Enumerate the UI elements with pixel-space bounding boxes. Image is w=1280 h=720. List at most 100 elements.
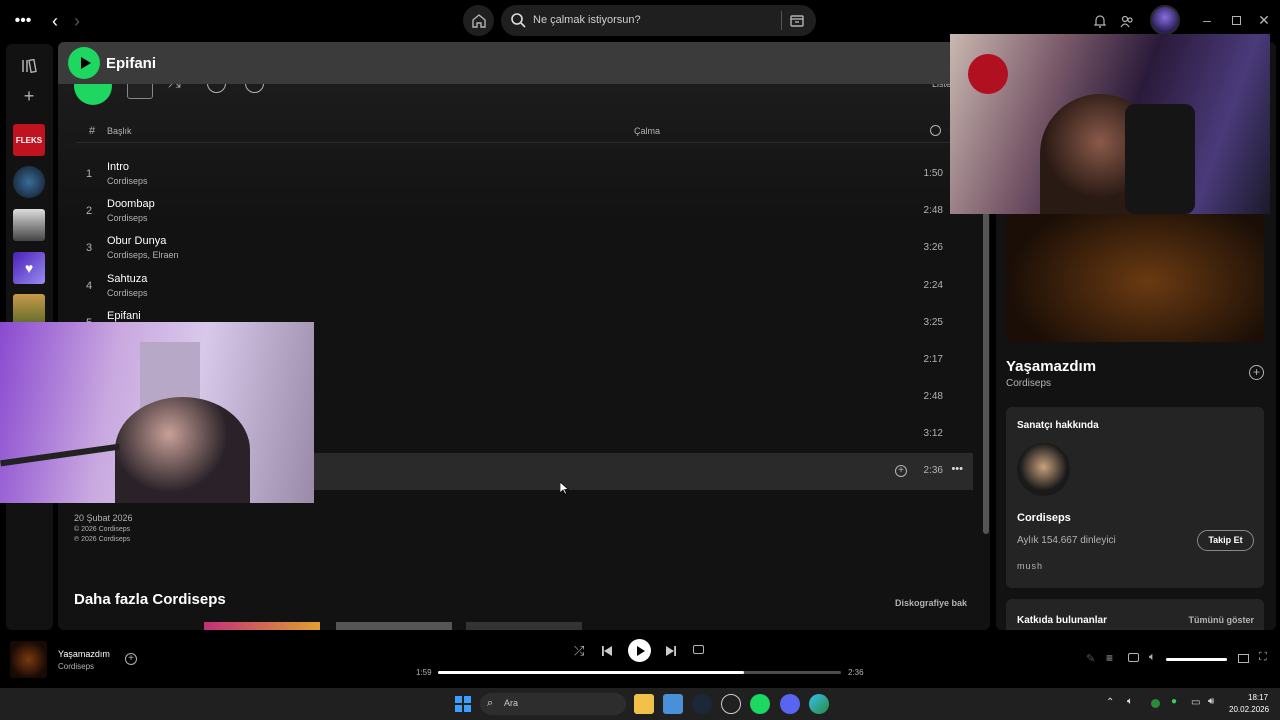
elapsed-time: 1:59 — [416, 668, 432, 677]
add-to-library-icon[interactable]: + — [1249, 365, 1264, 380]
create-playlist-icon[interactable]: + — [19, 86, 39, 106]
browser-icon[interactable] — [721, 694, 741, 714]
about-artist-title: Sanatçı hakkında — [1017, 420, 1099, 431]
scrollbar[interactable] — [983, 212, 989, 534]
library-item-artist[interactable] — [13, 166, 45, 198]
tray-chevron-icon[interactable]: ⌃ — [1106, 697, 1114, 708]
discord-icon[interactable] — [780, 694, 800, 714]
store-icon[interactable] — [663, 694, 683, 714]
volume-slider[interactable] — [1166, 658, 1227, 661]
progress-bar[interactable] — [438, 671, 841, 674]
repeat-button[interactable] — [693, 645, 704, 654]
column-title: Başlık — [107, 126, 132, 136]
header-play-button[interactable] — [68, 47, 100, 79]
credits-title: Katkıda bulunanlar — [1017, 615, 1108, 626]
total-time: 2:36 — [848, 668, 864, 677]
browse-icon[interactable] — [789, 13, 805, 34]
search-input[interactable]: Ne çalmak istiyorsun? — [501, 5, 816, 36]
next-button[interactable] — [665, 644, 677, 662]
library-item-album[interactable] — [13, 209, 45, 241]
progress-fill — [438, 671, 745, 674]
library-item-fleks[interactable]: FLEKS — [13, 124, 45, 156]
library-item-liked-songs[interactable]: ♥ — [13, 252, 45, 284]
home-icon[interactable] — [463, 5, 494, 36]
tray-speaker-icon[interactable]: 🔈︎ — [1127, 696, 1133, 707]
more-by-artist-title: Daha fazla Cordiseps — [74, 591, 226, 608]
forward-icon[interactable]: › — [68, 10, 86, 32]
track-add-icon[interactable]: + — [895, 465, 907, 477]
clock-time[interactable]: 18:17 — [1248, 693, 1268, 702]
follow-button[interactable]: Takip Et — [1197, 530, 1254, 551]
spotify-icon[interactable] — [750, 694, 770, 714]
steam-icon[interactable] — [692, 694, 712, 714]
taskbar-search[interactable]: ⌕ Ara — [480, 693, 626, 715]
player-add-icon[interactable]: + — [125, 653, 137, 665]
album-title: Epifani — [106, 55, 157, 72]
track-title: Doombap — [107, 198, 155, 210]
track-number: 2 — [86, 205, 93, 217]
album-card[interactable] — [336, 622, 452, 630]
tray-app-icon[interactable] — [1151, 699, 1160, 708]
tray-network-icon[interactable]: ▭ — [1191, 697, 1200, 708]
track-more-icon[interactable]: ••• — [951, 463, 963, 475]
fullscreen-icon[interactable]: ⛶ — [1259, 651, 1267, 664]
maximize-icon[interactable] — [1228, 12, 1244, 28]
minimize-icon[interactable]: – — [1199, 12, 1215, 28]
player-track-title[interactable]: Yaşamazdım — [58, 649, 110, 659]
library-icon[interactable] — [19, 56, 39, 76]
track-number: 4 — [86, 280, 93, 292]
track-artist: Cordiseps — [107, 176, 148, 186]
webcam-overlay-top — [950, 34, 1270, 214]
miniplayer-icon[interactable] — [1238, 654, 1249, 663]
copyright-c: © 2026 Cordiseps — [74, 526, 131, 533]
about-artist-card[interactable]: Sanatçı hakkında Cordiseps Aylık 154.667… — [1006, 407, 1264, 588]
track-duration: 2:24 — [923, 280, 943, 291]
file-explorer-icon[interactable] — [634, 694, 654, 714]
volume-fill — [1166, 658, 1227, 661]
track-title: Obur Dunya — [107, 235, 167, 247]
album-card[interactable] — [204, 622, 320, 630]
webcam-overlay-bottom — [0, 322, 314, 503]
track-title: Intro — [107, 161, 130, 173]
show-all-link[interactable]: Tümünü göster — [1189, 615, 1255, 625]
windows-start-icon[interactable] — [455, 696, 471, 712]
artist-avatar — [1017, 443, 1070, 496]
track-row[interactable]: 3 Obur Dunya Cordiseps, Elraen 3:26 — [76, 230, 973, 267]
player-bar: Yaşamazdım Cordiseps + ⤮ 1:59 2:36 ✎ ≡ 🔈… — [0, 632, 1280, 688]
track-row[interactable]: 4 Sahtuza Cordiseps 2:24 — [76, 268, 973, 305]
player-artwork[interactable] — [10, 641, 47, 678]
sticky-header: Epifani — [58, 42, 990, 84]
clock-date[interactable]: 20.02.2026 — [1229, 705, 1269, 714]
credits-card: Katkıda bulunanlar Tümünü göster — [1006, 599, 1264, 630]
bell-icon[interactable] — [1092, 12, 1108, 30]
track-title: Epifani — [107, 310, 141, 322]
back-icon[interactable]: ‹ — [46, 10, 64, 32]
taskbar-search-label: Ara — [504, 698, 519, 708]
tray-volume-icon[interactable]: 🔊︎ — [1208, 696, 1214, 707]
track-row[interactable]: 1 Intro Cordiseps 1:50 — [76, 156, 973, 193]
album-card[interactable] — [466, 622, 582, 630]
tray-mic-icon[interactable]: ● — [1171, 696, 1177, 707]
now-playing-artist[interactable]: Cordiseps — [1006, 378, 1051, 389]
queue-icon[interactable]: ≡ — [1106, 651, 1113, 665]
edge-icon[interactable] — [809, 694, 829, 714]
more-menu-icon[interactable]: ••• — [12, 12, 34, 30]
lyrics-icon[interactable]: ✎ — [1086, 652, 1095, 665]
copyright-p: ℗ 2026 Cordiseps — [74, 536, 131, 543]
shuffle-button[interactable]: ⤮ — [574, 643, 584, 659]
avatar[interactable] — [1150, 5, 1180, 35]
clock-icon — [930, 125, 941, 136]
friends-activity-icon[interactable] — [1119, 12, 1135, 30]
discography-link[interactable]: Diskografiye bak — [895, 598, 967, 608]
previous-button[interactable] — [601, 644, 613, 662]
now-playing-track[interactable]: Yaşamazdım — [1006, 358, 1096, 375]
track-artist: Cordiseps — [107, 213, 148, 223]
monthly-listeners: Aylık 154.667 dinleyici — [1017, 535, 1116, 546]
player-artist[interactable]: Cordiseps — [58, 662, 94, 671]
track-row[interactable]: 2 Doombap Cordiseps 2:48 — [76, 193, 973, 230]
connect-device-icon[interactable] — [1128, 653, 1139, 662]
volume-icon[interactable]: 🔈︎ — [1149, 651, 1156, 664]
column-number: # — [89, 125, 96, 137]
close-icon[interactable]: ✕ — [1256, 12, 1272, 28]
play-pause-button[interactable] — [628, 639, 651, 662]
